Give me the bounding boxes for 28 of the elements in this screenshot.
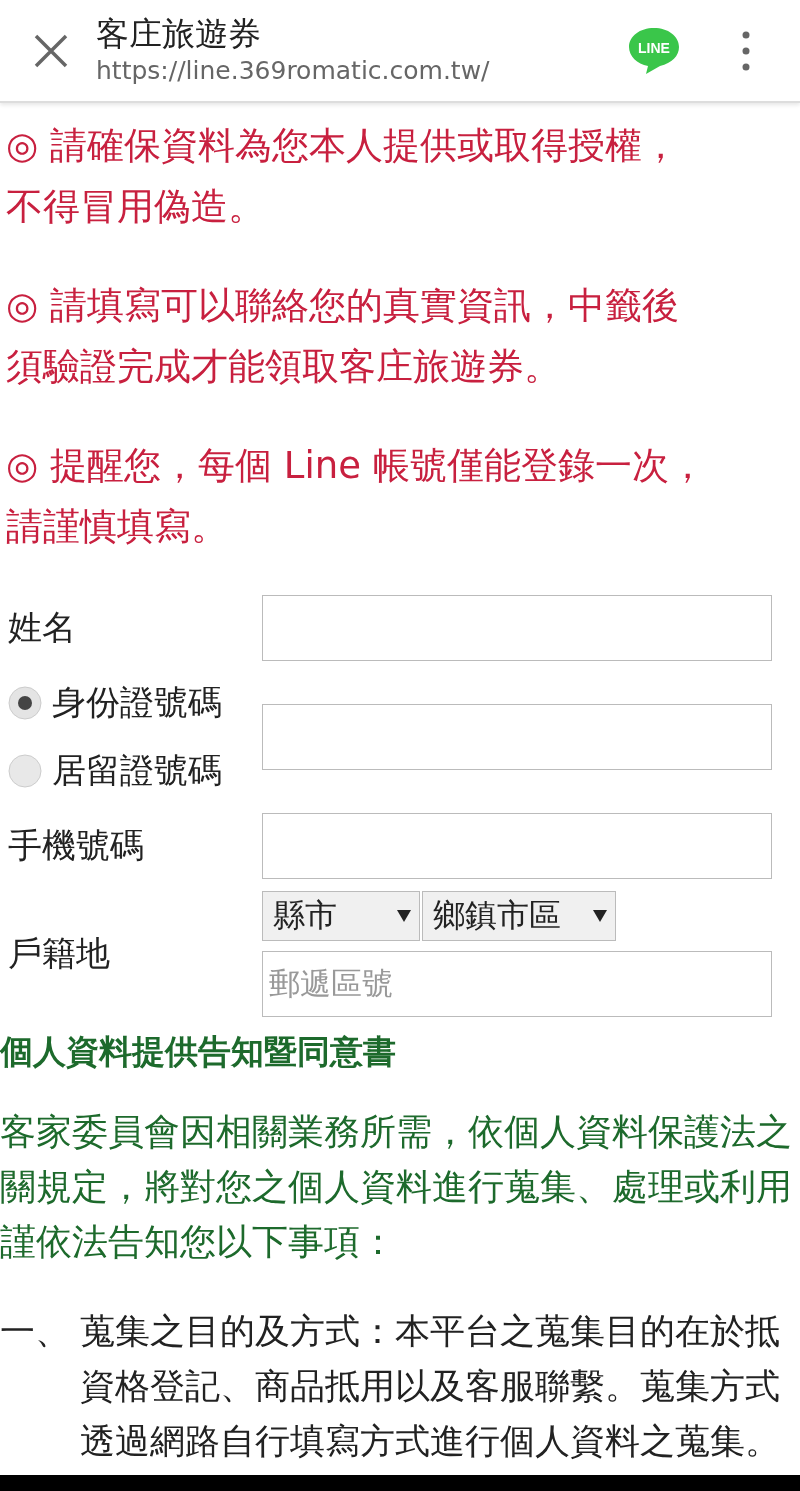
- field-label: 戶籍地: [8, 932, 111, 975]
- notice-text: ◎ 請填寫可以聯絡您的真實資訊，中籤後 須驗證完成才能領取客庄旅遊券。: [6, 283, 681, 390]
- close-icon[interactable]: [34, 33, 68, 68]
- notice-text: ◎ 請確保資料為您本人提供或取得授權， 不得冒用偽造。: [6, 123, 681, 230]
- list-item-text: 資格登記、商品抵用以及客服聯繫。蒐集方式: [80, 1365, 780, 1408]
- page-url: https://line.369romatic.com.tw/: [96, 54, 491, 87]
- radio-button[interactable]: [8, 686, 42, 720]
- dropdown-arrow-icon: [397, 910, 411, 922]
- radio-label: 居留證號碼: [52, 749, 222, 792]
- input-field[interactable]: [262, 813, 772, 879]
- list-item-text: 透過網路自行填寫方式進行個人資料之蒐集。: [80, 1420, 780, 1463]
- page-title: 客庄旅遊券: [96, 13, 262, 54]
- dropdown-arrow-icon: [593, 910, 607, 922]
- list-marker: 一、: [0, 1310, 71, 1353]
- consent-text: 關規定，將對您之個人資料進行蒐集、處理或利用: [0, 1165, 793, 1209]
- consent-text: 客家委員會因相關業務所需，依個人資料保護法之: [0, 1110, 793, 1154]
- dropdown[interactable]: 鄉鎮市區: [422, 891, 616, 941]
- field-label: 手機號碼: [8, 824, 145, 867]
- consent-text: 謹依法告知您以下事項：: [0, 1220, 397, 1264]
- radio-label: 身份證號碼: [52, 681, 222, 724]
- notice-text: ◎ 提醒您，每個 Line 帳號僅能登錄一次， 請謹慎填寫。: [6, 443, 707, 550]
- list-item-text: 蒐集之目的及方式：本平台之蒐集目的在於抵: [80, 1310, 780, 1353]
- field-label: 姓名: [8, 606, 77, 649]
- input-field[interactable]: [262, 704, 772, 770]
- input-field[interactable]: [262, 595, 772, 661]
- menu-icon[interactable]: [742, 30, 750, 71]
- radio-button[interactable]: [8, 754, 42, 788]
- dropdown[interactable]: 縣市: [262, 891, 420, 941]
